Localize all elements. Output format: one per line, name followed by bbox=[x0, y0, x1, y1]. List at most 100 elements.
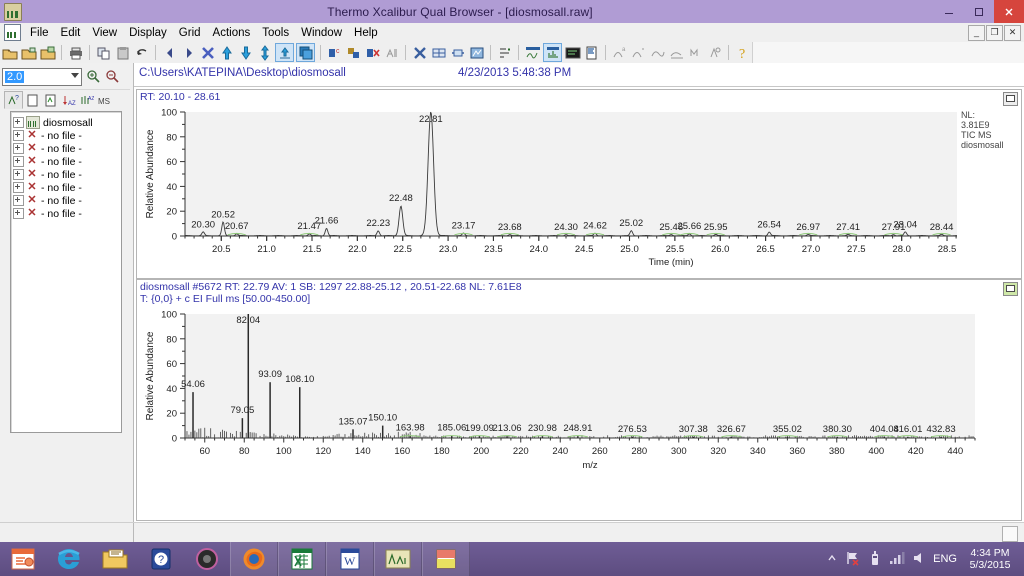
usb-device-icon[interactable] bbox=[868, 550, 882, 569]
undo-icon[interactable] bbox=[133, 44, 150, 61]
taskbar-powerpoint-icon[interactable] bbox=[0, 542, 46, 576]
zoom-reset-icon[interactable] bbox=[411, 44, 428, 61]
menu-file[interactable]: File bbox=[24, 25, 55, 41]
menu-actions[interactable]: Actions bbox=[207, 25, 257, 41]
tree-item-nofile[interactable]: ✕ - no file - bbox=[13, 181, 119, 194]
chevron-up-icon[interactable] bbox=[826, 552, 838, 567]
expand-plus-icon[interactable] bbox=[13, 130, 24, 141]
spectrum-plot[interactable]: 0 20 40 60 80 100 Relative Abundance 60 80 100 120… bbox=[137, 306, 1017, 511]
sample-icon[interactable] bbox=[42, 92, 59, 108]
paste-icon[interactable] bbox=[114, 44, 131, 61]
menu-display[interactable]: Display bbox=[123, 25, 173, 41]
qual-process-icon[interactable] bbox=[706, 44, 723, 61]
center-icon[interactable] bbox=[449, 44, 466, 61]
report-icon[interactable] bbox=[583, 44, 600, 61]
previous-scan-icon[interactable] bbox=[161, 44, 178, 61]
print-icon[interactable] bbox=[67, 44, 84, 61]
menu-help[interactable]: Help bbox=[348, 25, 384, 41]
tree-item-nofile[interactable]: ✕ - no file - bbox=[13, 207, 119, 220]
tree-item-nofile[interactable]: ✕ - no file - bbox=[13, 194, 119, 207]
menu-tools[interactable]: Tools bbox=[256, 25, 295, 41]
mdi-restore-icon[interactable]: ❐ bbox=[986, 24, 1003, 41]
expand-plus-icon[interactable] bbox=[13, 156, 24, 167]
full-screen-icon[interactable] bbox=[468, 44, 485, 61]
mdi-minimize-icon[interactable]: _ bbox=[968, 24, 985, 41]
menu-view[interactable]: View bbox=[86, 25, 123, 41]
open-folder-icon[interactable] bbox=[1, 44, 18, 61]
library-search-icon[interactable] bbox=[383, 44, 400, 61]
menu-window[interactable]: Window bbox=[295, 25, 348, 41]
ranges-icon[interactable] bbox=[496, 44, 513, 61]
resize-grip-icon[interactable] bbox=[1002, 526, 1018, 542]
copy-icon[interactable] bbox=[95, 44, 112, 61]
expand-plus-icon[interactable] bbox=[13, 208, 24, 219]
help-icon[interactable]: ? bbox=[734, 44, 751, 61]
taskbar-xcalibur-doc-icon[interactable] bbox=[422, 542, 470, 576]
taskbar-excel-icon[interactable] bbox=[278, 542, 326, 576]
baseline-icon[interactable] bbox=[668, 44, 685, 61]
ms-icon[interactable]: MS bbox=[96, 92, 113, 108]
expand-plus-icon[interactable] bbox=[13, 117, 24, 128]
scan-up-icon[interactable] bbox=[218, 44, 235, 61]
spectrum-pane[interactable]: diosmosall #5672 RT: 22.79 AV: 1 SB: 129… bbox=[136, 279, 1022, 521]
network-flag-icon[interactable] bbox=[845, 550, 861, 569]
open-sequence-folder-icon[interactable] bbox=[39, 44, 56, 61]
layout-grid-icon[interactable] bbox=[296, 43, 315, 62]
tree-item-nofile[interactable]: ✕ - no file - bbox=[13, 142, 119, 155]
signal-bars-icon[interactable] bbox=[889, 551, 905, 568]
minimize-icon[interactable] bbox=[934, 0, 964, 23]
open-raw-folder-icon[interactable] bbox=[20, 44, 37, 61]
expand-plus-icon[interactable] bbox=[13, 182, 24, 193]
taskbar-firefox-icon[interactable] bbox=[230, 542, 278, 576]
taskbar-xcalibur-icon[interactable] bbox=[374, 542, 422, 576]
scan-down-icon[interactable] bbox=[237, 44, 254, 61]
delete-spectrum-icon[interactable] bbox=[364, 44, 381, 61]
menu-edit[interactable]: Edit bbox=[55, 25, 87, 41]
tree-item-nofile[interactable]: ✕ - no file - bbox=[13, 129, 119, 142]
tree-item-nofile[interactable]: ✕ - no file - bbox=[13, 155, 119, 168]
next-scan-icon[interactable] bbox=[180, 44, 197, 61]
scan-both-icon[interactable] bbox=[256, 44, 273, 61]
taskbar-help-support-icon[interactable]: ? bbox=[138, 542, 184, 576]
page-icon[interactable] bbox=[24, 92, 41, 108]
subtract-spectrum-icon[interactable]: c bbox=[326, 44, 343, 61]
pane-expand-icon[interactable] bbox=[1003, 282, 1018, 296]
full-range-icon[interactable] bbox=[199, 44, 216, 61]
menu-grid[interactable]: Grid bbox=[173, 25, 207, 41]
info-icon[interactable]: ? bbox=[4, 91, 23, 109]
tree-item-diosmosall[interactable]: diosmosall bbox=[13, 116, 119, 129]
zoom-out-icon[interactable] bbox=[105, 69, 120, 84]
chevron-down-icon[interactable] bbox=[71, 72, 79, 78]
taskbar-word-icon[interactable]: W bbox=[326, 542, 374, 576]
expand-plus-icon[interactable] bbox=[13, 169, 24, 180]
mass-range-icon[interactable] bbox=[687, 44, 704, 61]
add-spectrum-icon[interactable] bbox=[345, 44, 362, 61]
speaker-icon[interactable] bbox=[912, 551, 926, 568]
taskbar-file-explorer-icon[interactable] bbox=[92, 542, 138, 576]
normalize-icon[interactable] bbox=[275, 43, 294, 62]
expand-plus-icon[interactable] bbox=[13, 195, 24, 206]
spectrum-icon[interactable] bbox=[543, 43, 562, 62]
peak-integrate-icon[interactable] bbox=[630, 44, 647, 61]
chromatogram-icon[interactable] bbox=[524, 44, 541, 61]
zoom-in-icon[interactable] bbox=[86, 69, 101, 84]
expand-plus-icon[interactable] bbox=[13, 143, 24, 154]
restore-icon[interactable] bbox=[964, 0, 994, 23]
close-icon[interactable] bbox=[994, 0, 1024, 23]
mdi-close-icon[interactable]: ✕ bbox=[1004, 24, 1021, 41]
file-tree-panel[interactable]: diosmosall ✕ - no file - ✕ - no file - ✕… bbox=[10, 111, 122, 433]
smooth-icon[interactable] bbox=[649, 44, 666, 61]
az-sort-icon[interactable]: AZ bbox=[60, 92, 77, 108]
map-icon[interactable] bbox=[564, 44, 581, 61]
taskbar-media-player-icon[interactable] bbox=[184, 542, 230, 576]
peak-detect-icon[interactable]: a bbox=[611, 44, 628, 61]
grid-cells-icon[interactable] bbox=[430, 44, 447, 61]
taskbar-internet-explorer-icon[interactable] bbox=[46, 542, 92, 576]
chromatogram-plot[interactable]: 0 20 40 60 80 100 Relative Abundance 20.5 21.0 21… bbox=[137, 102, 1017, 274]
clock[interactable]: 4:34 PM 5/3/2015 bbox=[964, 547, 1016, 571]
az-filter-icon[interactable]: AZ bbox=[78, 92, 95, 108]
chromatogram-pane[interactable]: RT: 20.10 - 28.61 0 20 40 60 80 100 Relative A… bbox=[136, 89, 1022, 279]
zoom-level-combo[interactable]: 2.0 bbox=[2, 67, 82, 86]
tree-item-nofile[interactable]: ✕ - no file - bbox=[13, 168, 119, 181]
language-indicator[interactable]: ENG bbox=[933, 553, 957, 565]
